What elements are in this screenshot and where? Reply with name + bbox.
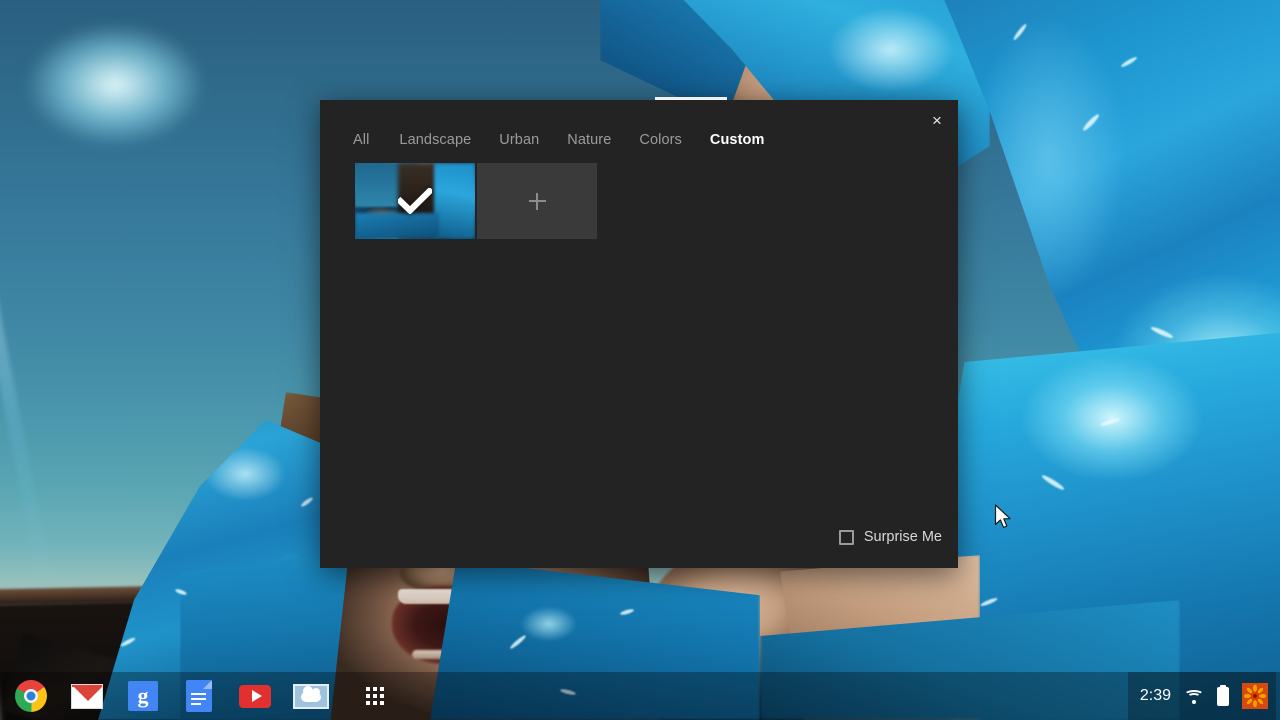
category-tab-bar: All Landscape Urban Nature Colors Custom bbox=[320, 100, 958, 158]
wallpaper-picker-dialog: × All Landscape Urban Nature Colors Cust… bbox=[320, 100, 958, 568]
close-icon[interactable]: × bbox=[925, 108, 949, 132]
chromeos-desktop: × All Landscape Urban Nature Colors Cust… bbox=[0, 0, 1280, 720]
checkmark-icon bbox=[398, 188, 432, 214]
surprise-me-label: Surprise Me bbox=[864, 529, 942, 545]
google-search-icon: g bbox=[128, 681, 158, 711]
tab-colors[interactable]: Colors bbox=[625, 132, 696, 148]
shelf-item-drive[interactable] bbox=[288, 672, 334, 720]
tab-custom[interactable]: Custom bbox=[696, 132, 779, 148]
shelf-item-youtube[interactable] bbox=[232, 672, 278, 720]
surprise-me-checkbox[interactable] bbox=[839, 530, 854, 545]
avatar-flower-icon bbox=[1244, 685, 1266, 707]
clock: 2:39 bbox=[1140, 687, 1171, 705]
shelf-app-icons: g bbox=[8, 672, 398, 720]
thumbnail-image-poncho-right bbox=[434, 163, 475, 239]
add-custom-wallpaper-button[interactable] bbox=[477, 163, 597, 239]
cloud-icon bbox=[293, 684, 329, 709]
shelf-item-gmail[interactable] bbox=[64, 672, 110, 720]
wallpaper-grid-container bbox=[320, 163, 958, 239]
battery-icon bbox=[1217, 687, 1229, 706]
tab-landscape[interactable]: Landscape bbox=[385, 132, 485, 148]
tab-nature[interactable]: Nature bbox=[553, 132, 625, 148]
avatar bbox=[1242, 683, 1268, 709]
wallpaper-grid bbox=[355, 163, 958, 239]
tab-urban[interactable]: Urban bbox=[485, 132, 553, 148]
wallpaper-thumbnail-custom-1[interactable] bbox=[355, 163, 475, 239]
plus-icon bbox=[536, 193, 538, 210]
picker-footer: Surprise Me bbox=[320, 506, 958, 568]
shelf-item-google-search[interactable]: g bbox=[120, 672, 166, 720]
surprise-me-control[interactable]: Surprise Me bbox=[839, 529, 942, 545]
active-tab-indicator bbox=[655, 97, 727, 100]
wallpaper-poncho-highlight bbox=[0, 0, 230, 170]
shelf-item-chrome[interactable] bbox=[8, 672, 54, 720]
youtube-icon bbox=[239, 685, 271, 708]
system-tray[interactable]: 2:39 bbox=[1128, 672, 1276, 720]
shelf-item-docs[interactable] bbox=[176, 672, 222, 720]
shelf-item-launcher[interactable] bbox=[352, 672, 398, 720]
gmail-icon bbox=[71, 684, 103, 709]
chromeos-shelf: g bbox=[0, 672, 1280, 720]
tab-all[interactable]: All bbox=[353, 132, 385, 148]
thumbnail-image-poncho-bottom bbox=[355, 213, 439, 239]
chrome-icon bbox=[15, 680, 47, 712]
launcher-grid-icon bbox=[366, 687, 384, 705]
docs-icon bbox=[186, 680, 212, 712]
thumbnail-image-sky bbox=[355, 163, 403, 207]
wifi-icon bbox=[1184, 689, 1204, 704]
